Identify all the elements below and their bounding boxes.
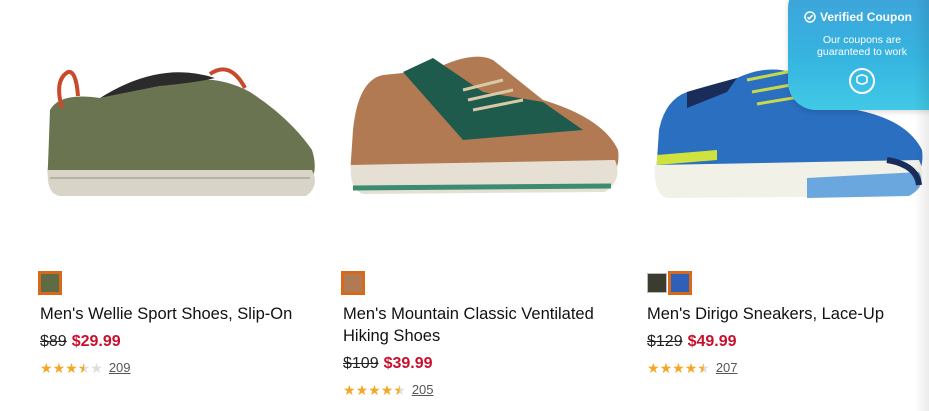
star-icon: ★ (672, 359, 685, 376)
star-rating: ★ ★ ★ ★ ★ (647, 361, 710, 375)
review-count-link[interactable]: 207 (716, 360, 738, 375)
star-rating: ★ ★ ★ ★ ★ (343, 383, 406, 397)
original-price: $89 (40, 333, 67, 350)
star-icon: ★ (343, 381, 356, 398)
star-icon: ★ (393, 381, 406, 398)
star-icon: ★ (697, 359, 710, 376)
star-icon: ★ (659, 359, 673, 376)
coupon-title: Verified Coupon (820, 10, 913, 24)
star-icon: ★ (90, 359, 103, 376)
product-rating[interactable]: ★ ★ ★ ★ ★ 205 (343, 382, 434, 397)
star-rating: ★ ★ ★ ★ ★ (40, 361, 103, 375)
color-swatches (38, 271, 62, 297)
star-icon: ★ (368, 381, 381, 398)
sale-price: $29.99 (71, 333, 121, 350)
star-icon: ★ (684, 359, 698, 376)
product-title[interactable]: Men's Wellie Sport Shoes, Slip-On (40, 303, 325, 325)
star-icon: ★ (380, 381, 394, 398)
product-price: $109 $39.99 (343, 355, 433, 373)
check-circle-icon (804, 11, 816, 23)
coupon-badge-icon[interactable] (849, 68, 875, 94)
product-price: $129 $49.99 (647, 333, 737, 351)
color-swatch[interactable] (668, 271, 692, 295)
product-title[interactable]: Men's Mountain Classic Ventilated Hiking… (343, 303, 628, 347)
color-swatches (341, 271, 365, 297)
chat-bubble-icon (856, 74, 868, 85)
coupon-header: Verified Coupon (804, 10, 912, 24)
sale-price: $49.99 (687, 333, 737, 350)
color-swatch[interactable] (341, 271, 365, 295)
product-title[interactable]: Men's Dirigo Sneakers, Lace-Up (647, 303, 929, 325)
slip-on-shoe-icon (47, 67, 315, 196)
verified-coupon-badge[interactable]: Verified Coupon Our coupons are guarante… (788, 0, 929, 110)
original-price: $109 (343, 355, 379, 372)
original-price: $129 (647, 333, 683, 350)
color-swatches (647, 271, 692, 297)
product-image[interactable] (40, 0, 325, 235)
review-count-link[interactable]: 205 (412, 382, 434, 397)
product-card[interactable]: Men's Wellie Sport Shoes, Slip-On $89 $29… (38, 0, 325, 375)
product-price: $89 $29.99 (40, 333, 121, 351)
sale-price: $39.99 (383, 355, 433, 372)
coupon-subtitle: Our coupons are guaranteed to work (817, 34, 907, 58)
color-swatch[interactable] (647, 273, 667, 293)
hiking-shoe-icon (350, 56, 619, 194)
star-icon: ★ (65, 359, 78, 376)
star-icon: ★ (52, 359, 66, 376)
review-count-link[interactable]: 209 (109, 360, 131, 375)
star-icon: ★ (40, 359, 53, 376)
star-icon: ★ (647, 359, 660, 376)
product-image[interactable] (343, 0, 628, 235)
color-swatch[interactable] (38, 271, 62, 295)
star-icon: ★ (355, 381, 369, 398)
product-rating[interactable]: ★ ★ ★ ★ ★ 207 (647, 360, 738, 375)
star-icon: ★ (77, 359, 91, 376)
product-card[interactable]: Men's Mountain Classic Ventilated Hiking… (341, 0, 628, 397)
scroll-edge-shadow (914, 0, 929, 411)
product-rating[interactable]: ★ ★ ★ ★ ★ 209 (40, 360, 131, 375)
